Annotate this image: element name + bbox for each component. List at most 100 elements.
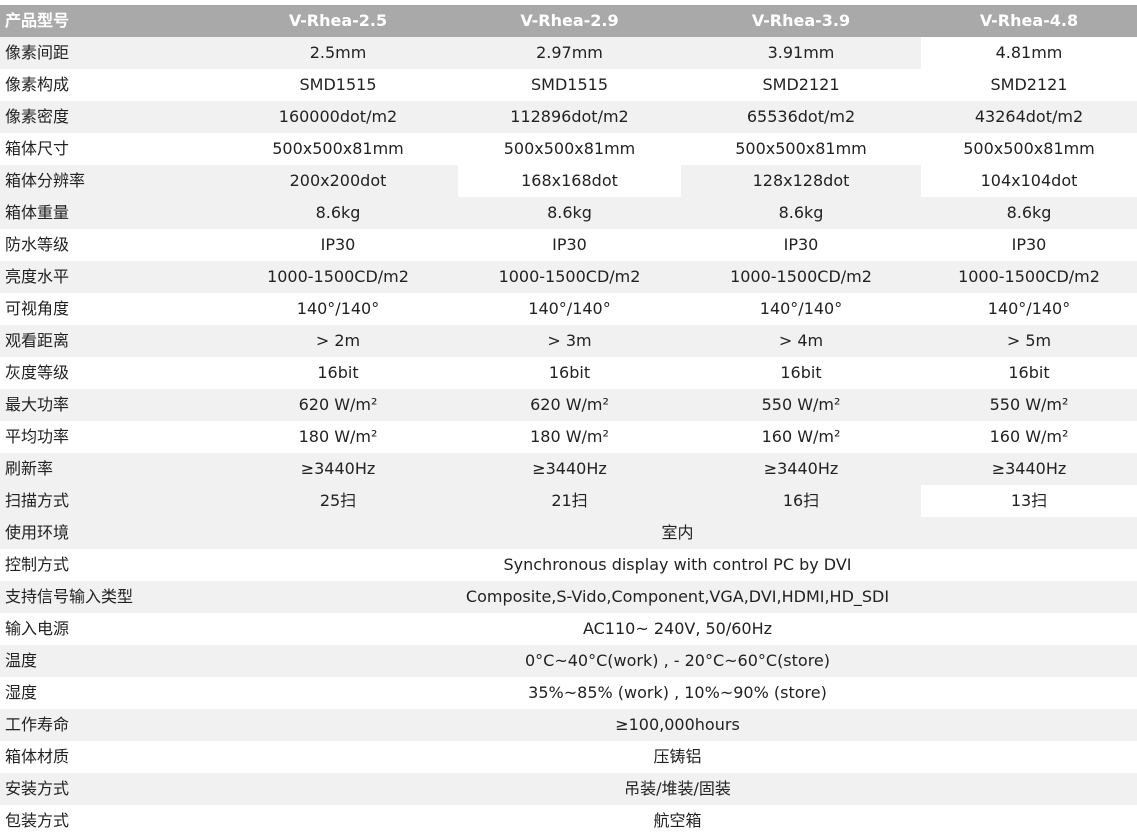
- row-label: 包装方式: [5, 811, 70, 830]
- table-row: 安装方式 吊装/堆装/固装: [0, 773, 1137, 805]
- table-row: 包装方式 航空箱: [0, 805, 1137, 837]
- cell-value: 180 W/m²: [298, 427, 378, 446]
- cell-value: 128x128dot: [681, 165, 921, 197]
- table-row: 控制方式 Synchronous display with control PC…: [0, 549, 1137, 581]
- cell-value: 140°/140°: [528, 299, 611, 318]
- cell-value: 16bit: [317, 363, 359, 382]
- table-row: 防水等级 IP30 IP30 IP30 IP30: [0, 229, 1137, 261]
- cell-value: 8.6kg: [921, 197, 1137, 229]
- row-label: 工作寿命: [0, 709, 218, 741]
- cell-value: 35%~85% (work) , 10%~90% (store): [528, 683, 827, 702]
- row-label: 箱体材质: [5, 747, 70, 766]
- model-header: V-Rhea-3.9: [681, 5, 921, 37]
- row-label: 扫描方式: [0, 485, 218, 517]
- cell-value: IP30: [320, 235, 356, 254]
- model-header: V-Rhea-4.8: [921, 5, 1137, 37]
- row-label: 使用环境: [0, 517, 218, 549]
- row-label: 安装方式: [0, 773, 218, 805]
- cell-value: 200x200dot: [218, 165, 458, 197]
- table-row: 箱体尺寸 500x500x81mm 500x500x81mm 500x500x8…: [0, 133, 1137, 165]
- row-label: 控制方式: [5, 555, 70, 574]
- cell-value: 2.5mm: [218, 37, 458, 69]
- table-row: 箱体分辨率 200x200dot 168x168dot 128x128dot 1…: [0, 165, 1137, 197]
- table-row: 输入电源 AC110~ 240V, 50/60Hz: [0, 613, 1137, 645]
- cell-value: ≥3440Hz: [681, 453, 921, 485]
- row-label: 箱体分辨率: [0, 165, 218, 197]
- cell-value: 140°/140°: [759, 299, 843, 318]
- table-header-row: 产品型号 V-Rhea-2.5 V-Rhea-2.9 V-Rhea-3.9 V-…: [0, 5, 1137, 37]
- row-label: 防水等级: [5, 235, 70, 254]
- cell-value: 8.6kg: [218, 197, 458, 229]
- cell-value: 65536dot/m2: [681, 101, 921, 133]
- cell-value: SMD1515: [531, 75, 608, 94]
- table-row: 湿度 35%~85% (work) , 10%~90% (store): [0, 677, 1137, 709]
- cell-value: 8.6kg: [681, 197, 921, 229]
- cell-value: SMD2121: [762, 75, 840, 94]
- table-row: 观看距离 > 2m > 3m > 4m > 5m: [0, 325, 1137, 357]
- row-label: 箱体重量: [0, 197, 218, 229]
- cell-value: 500x500x81mm: [503, 139, 636, 158]
- header-label: 产品型号: [0, 5, 218, 37]
- cell-value: 16扫: [681, 485, 921, 517]
- cell-value: SMD2121: [990, 75, 1068, 94]
- cell-value: 16bit: [780, 363, 822, 382]
- cell-value: 1000-1500CD/m2: [458, 261, 681, 293]
- spec-table: 产品型号 V-Rhea-2.5 V-Rhea-2.9 V-Rhea-3.9 V-…: [0, 5, 1137, 837]
- row-label: 支持信号输入类型: [0, 581, 218, 613]
- table-row: 可视角度 140°/140° 140°/140° 140°/140° 140°/…: [0, 293, 1137, 325]
- cell-value: Composite,S-Vido,Component,VGA,DVI,HDMI,…: [218, 581, 1137, 613]
- cell-value: 吊装/堆装/固装: [218, 773, 1137, 805]
- cell-value: 550 W/m²: [681, 389, 921, 421]
- cell-value: 航空箱: [653, 811, 702, 830]
- cell-value: 620 W/m²: [218, 389, 458, 421]
- cell-value: ≥3440Hz: [218, 453, 458, 485]
- row-label: 像素间距: [0, 37, 218, 69]
- cell-value: 140°/140°: [296, 299, 380, 318]
- cell-value: > 5m: [921, 325, 1137, 357]
- model-header: V-Rhea-2.5: [218, 5, 458, 37]
- table-row: 像素构成 SMD1515 SMD1515 SMD2121 SMD2121: [0, 69, 1137, 101]
- cell-value: 104x104dot: [921, 165, 1137, 197]
- cell-value: Synchronous display with control PC by D…: [503, 555, 852, 574]
- row-label: 可视角度: [5, 299, 70, 318]
- row-label: 像素密度: [0, 101, 218, 133]
- cell-value: 压铸铝: [653, 747, 702, 766]
- cell-value: > 3m: [458, 325, 681, 357]
- table-row: 像素间距 2.5mm 2.97mm 3.91mm 4.81mm: [0, 37, 1137, 69]
- cell-value: 500x500x81mm: [735, 139, 867, 158]
- cell-value: 1000-1500CD/m2: [218, 261, 458, 293]
- row-label: 亮度水平: [0, 261, 218, 293]
- cell-value: 3.91mm: [681, 37, 921, 69]
- cell-value: 25扫: [218, 485, 458, 517]
- cell-value: IP30: [1011, 235, 1047, 254]
- cell-value: IP30: [552, 235, 587, 254]
- table-row: 平均功率 180 W/m² 180 W/m² 160 W/m² 160 W/m²: [0, 421, 1137, 453]
- model-header: V-Rhea-2.9: [458, 5, 681, 37]
- cell-value: ≥3440Hz: [921, 453, 1137, 485]
- table-row: 像素密度 160000dot/m2 112896dot/m2 65536dot/…: [0, 101, 1137, 133]
- cell-value: SMD1515: [299, 75, 377, 94]
- cell-value: IP30: [783, 235, 819, 254]
- cell-value: 4.81mm: [921, 37, 1137, 69]
- table-row: 亮度水平 1000-1500CD/m2 1000-1500CD/m2 1000-…: [0, 261, 1137, 293]
- cell-value: 500x500x81mm: [963, 139, 1095, 158]
- table-row: 温度 0°C~40°C(work) , - 20°C~60°C(store): [0, 645, 1137, 677]
- cell-value: 160 W/m²: [761, 427, 841, 446]
- cell-value: 620 W/m²: [458, 389, 681, 421]
- cell-value: ≥3440Hz: [458, 453, 681, 485]
- cell-value: 112896dot/m2: [458, 101, 681, 133]
- cell-value: 2.97mm: [458, 37, 681, 69]
- cell-value: ≥100,000hours: [218, 709, 1137, 741]
- row-label: 输入电源: [5, 619, 70, 638]
- row-label: 平均功率: [5, 427, 70, 446]
- cell-value: 1000-1500CD/m2: [921, 261, 1137, 293]
- table-row: 使用环境 室内: [0, 517, 1137, 549]
- cell-value: 16bit: [548, 363, 591, 382]
- table-row: 扫描方式 25扫 21扫 16扫 13扫: [0, 485, 1137, 517]
- cell-value: 1000-1500CD/m2: [681, 261, 921, 293]
- table-row: 灰度等级 16bit 16bit 16bit 16bit: [0, 357, 1137, 389]
- row-label: 刷新率: [0, 453, 218, 485]
- row-label: 像素构成: [5, 75, 70, 94]
- cell-value: 0°C~40°C(work) , - 20°C~60°C(store): [218, 645, 1137, 677]
- cell-value: 8.6kg: [458, 197, 681, 229]
